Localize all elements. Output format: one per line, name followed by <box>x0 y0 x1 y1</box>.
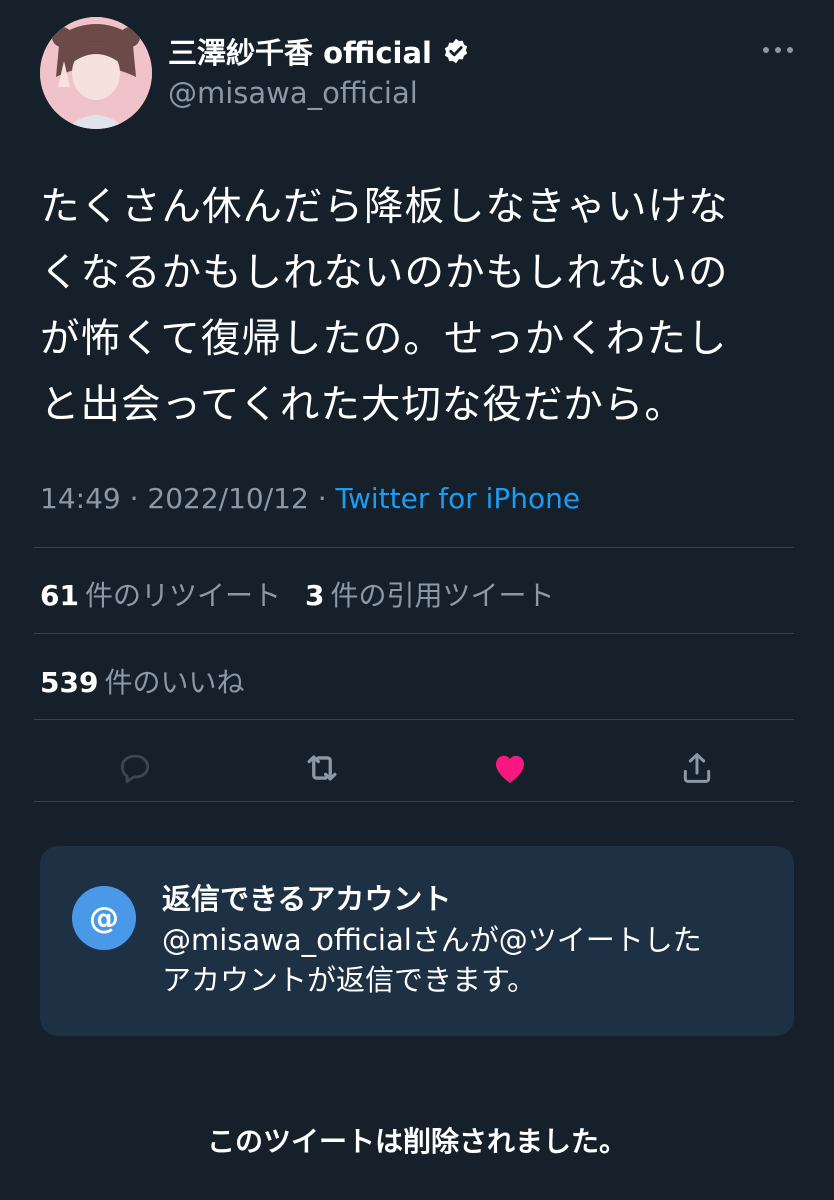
quotes-count: 3 <box>304 579 325 612</box>
share-icon <box>683 753 711 783</box>
quotes-label: 件の引用ツイート <box>330 579 555 612</box>
tweet-meta: 14:49 · 2022/10/12 · Twitter for iPhone <box>40 482 580 515</box>
reply-restriction-card: @ 返信できるアカウント @misawa_officialさんが@ツイートした … <box>40 846 794 1036</box>
meta-separator: · <box>120 482 148 515</box>
retweet-icon <box>307 755 337 781</box>
divider <box>34 719 794 720</box>
heart-icon <box>496 755 524 783</box>
retweets-count: 61 <box>40 579 79 612</box>
like-button[interactable] <box>488 746 532 790</box>
retweets-stat[interactable]: 61 件のリツイート <box>40 574 281 614</box>
divider <box>34 633 794 634</box>
more-dots-icon <box>763 47 793 53</box>
likes-stats[interactable]: 539 件のいいね <box>40 661 244 701</box>
avatar[interactable] <box>40 17 152 129</box>
deleted-tweet-notice: このツイートは削除されました。 <box>206 1125 627 1158</box>
tweet-actions <box>40 740 794 796</box>
reply-icon <box>120 754 150 783</box>
user-handle[interactable]: @misawa_official <box>168 76 418 110</box>
avatar-image <box>40 17 152 129</box>
at-mention-icon: @ <box>72 886 136 950</box>
retweets-label: 件のリツイート <box>84 579 281 612</box>
meta-separator-2: · <box>308 482 336 515</box>
tweet-text: たくさん休んだら降板しなきゃいけな くなるかもしれないのかもしれないの が怖くて… <box>40 184 729 428</box>
divider <box>34 801 794 802</box>
divider <box>34 547 794 548</box>
likes-count: 539 <box>40 666 99 699</box>
tweet-date[interactable]: 2022/10/12 <box>147 482 308 515</box>
retweet-button[interactable] <box>300 746 344 790</box>
likes-label: 件のいいね <box>104 666 245 699</box>
display-name[interactable]: 三澤紗千香 official <box>168 30 470 72</box>
reply-restriction-body: @misawa_officialさんが@ツイートした アカウントが返信できます。 <box>162 923 702 997</box>
tweet-source-link[interactable]: Twitter for iPhone <box>336 482 581 515</box>
retweet-stats: 61 件のリツイート 3 件の引用ツイート <box>40 574 554 614</box>
more-options-button[interactable] <box>756 40 800 60</box>
reply-button[interactable] <box>113 746 157 790</box>
reply-restriction-title: 返信できるアカウント <box>162 882 452 916</box>
verified-badge-icon <box>444 38 468 64</box>
quotes-stat[interactable]: 3 件の引用ツイート <box>305 574 555 614</box>
share-button[interactable] <box>675 746 719 790</box>
display-name-text: 三澤紗千香 official <box>168 36 433 70</box>
tweet-time[interactable]: 14:49 <box>40 482 121 515</box>
